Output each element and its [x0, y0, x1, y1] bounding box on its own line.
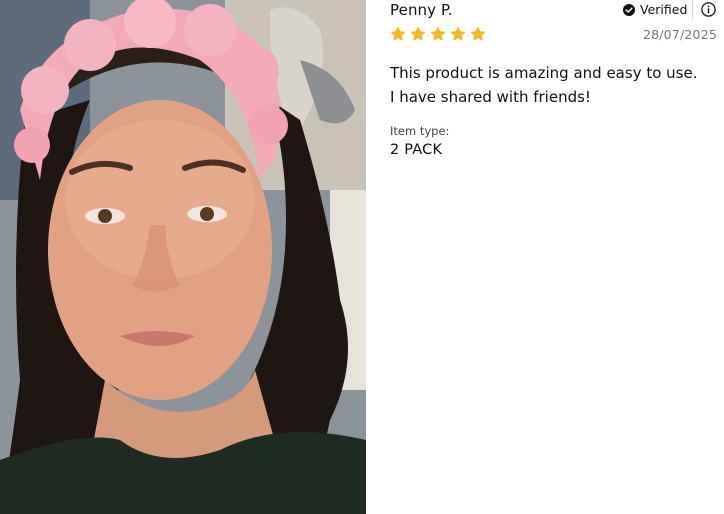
- info-button[interactable]: [701, 2, 716, 17]
- review-body-line: This product is amazing and easy to use.: [390, 64, 698, 82]
- header-divider: [692, 0, 693, 20]
- review-photo[interactable]: [0, 0, 366, 514]
- item-type-label: Item type:: [390, 124, 450, 138]
- star-icon: [429, 25, 447, 43]
- reviewer-name: Penny P.: [390, 1, 453, 19]
- customer-selfie-image: [0, 0, 366, 514]
- info-icon: [701, 2, 716, 17]
- star-rating: [389, 25, 487, 43]
- star-icon: [449, 25, 467, 43]
- star-icon: [469, 25, 487, 43]
- review-body-line: I have shared with friends!: [390, 88, 591, 106]
- star-icon: [409, 25, 427, 43]
- star-icon: [389, 25, 407, 43]
- verified-label: Verified: [640, 2, 688, 17]
- review-date: 28/07/2025: [642, 27, 717, 42]
- item-type-value: 2 PACK: [390, 142, 443, 158]
- review-card: Penny P. Verified 28/07/2025 This produc…: [0, 0, 724, 514]
- check-circle-icon: [623, 3, 635, 16]
- review-body: This product is amazing and easy to use.…: [390, 61, 720, 109]
- verified-badge: Verified: [623, 2, 687, 17]
- review-content: Penny P. Verified 28/07/2025 This produc…: [366, 0, 724, 514]
